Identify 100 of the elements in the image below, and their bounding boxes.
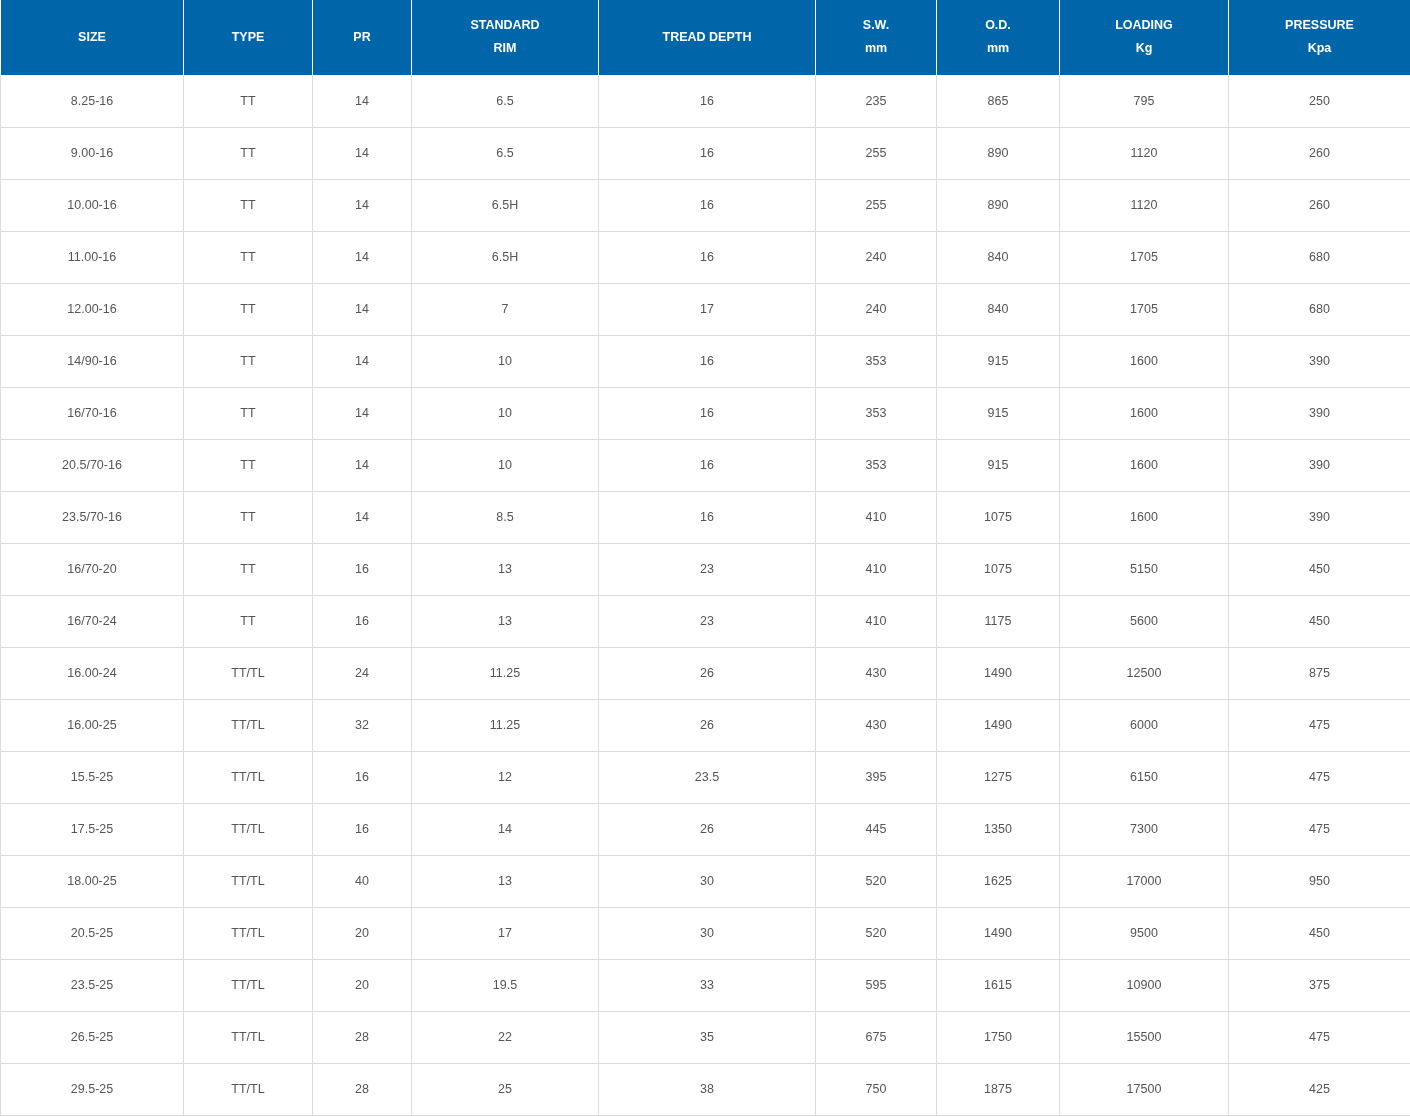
table-cell: 6.5H <box>411 179 599 231</box>
table-cell: 13 <box>411 543 599 595</box>
column-header: PR <box>312 0 412 75</box>
table-cell: 1120 <box>1059 179 1229 231</box>
table-cell: 11.00-16 <box>0 231 184 283</box>
table-cell: 25 <box>411 1063 599 1115</box>
table-cell: 11.25 <box>411 699 599 751</box>
table-cell: 10900 <box>1059 959 1229 1011</box>
table-cell: 16/70-24 <box>0 595 184 647</box>
table-cell: TT <box>183 335 313 387</box>
table-cell: 795 <box>1059 75 1229 127</box>
table-cell: 1875 <box>936 1063 1060 1115</box>
table-cell: 5150 <box>1059 543 1229 595</box>
table-cell: 675 <box>815 1011 937 1063</box>
table-cell: 28 <box>312 1011 412 1063</box>
table-cell: 13 <box>411 855 599 907</box>
table-cell: TT <box>183 439 313 491</box>
table-cell: 40 <box>312 855 412 907</box>
table-cell: 35 <box>598 1011 816 1063</box>
table-cell: 16 <box>598 231 816 283</box>
table-cell: 16 <box>312 595 412 647</box>
table-cell: 20.5/70-16 <box>0 439 184 491</box>
table-cell: 16 <box>312 751 412 803</box>
table-cell: 520 <box>815 907 937 959</box>
table-cell: 20 <box>312 959 412 1011</box>
table-cell: 38 <box>598 1063 816 1115</box>
table-cell: TT/TL <box>183 803 313 855</box>
table-cell: 23.5/70-16 <box>0 491 184 543</box>
table-cell: TT <box>183 543 313 595</box>
table-cell: TT/TL <box>183 1011 313 1063</box>
table-cell: 1275 <box>936 751 1060 803</box>
table-cell: 11.25 <box>411 647 599 699</box>
table-cell: 23 <box>598 595 816 647</box>
table-cell: 26 <box>598 699 816 751</box>
table-cell: 410 <box>815 491 937 543</box>
table-cell: 14/90-16 <box>0 335 184 387</box>
table-cell: 16/70-16 <box>0 387 184 439</box>
table-cell: 16 <box>598 491 816 543</box>
table-cell: 890 <box>936 179 1060 231</box>
table-cell: 255 <box>815 127 937 179</box>
table-cell: 22 <box>411 1011 599 1063</box>
table-cell: 17500 <box>1059 1063 1229 1115</box>
table-cell: 840 <box>936 283 1060 335</box>
table-cell: 12500 <box>1059 647 1229 699</box>
table-cell: 17.5-25 <box>0 803 184 855</box>
table-cell: 10 <box>411 335 599 387</box>
table-cell: 1705 <box>1059 283 1229 335</box>
table-cell: 23 <box>598 543 816 595</box>
table-cell: 6.5 <box>411 127 599 179</box>
column-header: S.W. mm <box>815 0 937 75</box>
table-cell: 10 <box>411 439 599 491</box>
table-cell: 16.00-25 <box>0 699 184 751</box>
table-cell: 17000 <box>1059 855 1229 907</box>
column-header: STANDARD RIM <box>411 0 599 75</box>
table-cell: 1600 <box>1059 335 1229 387</box>
table-cell: 255 <box>815 179 937 231</box>
table-cell: 750 <box>815 1063 937 1115</box>
table-cell: 14 <box>312 231 412 283</box>
table-cell: 915 <box>936 439 1060 491</box>
table-cell: 6150 <box>1059 751 1229 803</box>
table-cell: 8.25-16 <box>0 75 184 127</box>
table-cell: 13 <box>411 595 599 647</box>
table-cell: 15500 <box>1059 1011 1229 1063</box>
table-cell: 1600 <box>1059 439 1229 491</box>
table-cell: 16.00-24 <box>0 647 184 699</box>
table-cell: TT <box>183 179 313 231</box>
table-cell: 1615 <box>936 959 1060 1011</box>
table-cell: TT <box>183 75 313 127</box>
table-cell: TT/TL <box>183 907 313 959</box>
table-cell: 14 <box>312 335 412 387</box>
table-cell: 353 <box>815 335 937 387</box>
table-cell: 1350 <box>936 803 1060 855</box>
table-cell: 15.5-25 <box>0 751 184 803</box>
table-cell: 17 <box>598 283 816 335</box>
table-cell: 410 <box>815 543 937 595</box>
table-cell: 353 <box>815 439 937 491</box>
table-cell: 16 <box>598 439 816 491</box>
table-cell: 14 <box>312 179 412 231</box>
table-cell: 235 <box>815 75 937 127</box>
table-cell: 7300 <box>1059 803 1229 855</box>
column-header: O.D. mm <box>936 0 1060 75</box>
table-cell: 20.5-25 <box>0 907 184 959</box>
table-cell: 1175 <box>936 595 1060 647</box>
table-cell: TT/TL <box>183 647 313 699</box>
table-cell: 16 <box>598 179 816 231</box>
table-cell: 1750 <box>936 1011 1060 1063</box>
table-cell: 8.5 <box>411 491 599 543</box>
table-cell: 30 <box>598 855 816 907</box>
table-cell: 14 <box>411 803 599 855</box>
table-cell: 865 <box>936 75 1060 127</box>
table-cell: 26.5-25 <box>0 1011 184 1063</box>
table-cell: 1490 <box>936 907 1060 959</box>
table-cell: 29.5-25 <box>0 1063 184 1115</box>
table-cell: 30 <box>598 907 816 959</box>
table-cell: TT/TL <box>183 959 313 1011</box>
table-cell: 16 <box>598 387 816 439</box>
table-cell: 26 <box>598 647 816 699</box>
table-cell: 395 <box>815 751 937 803</box>
table-cell: 16 <box>598 75 816 127</box>
table-cell: TT <box>183 127 313 179</box>
